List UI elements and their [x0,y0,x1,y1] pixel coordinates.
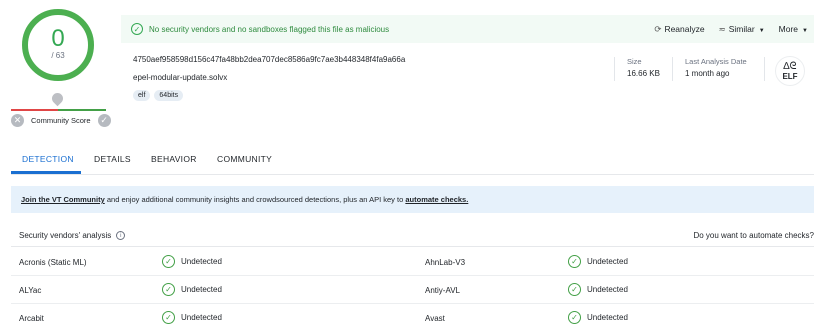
table-row: Acronis (Static ML) ✓ Undetected AhnLab-… [11,249,814,276]
table-row: ALYac ✓ Undetected Antiy-AVL ✓ Undetecte… [11,277,814,304]
file-type-badge: ∆ᘓ ELF [775,56,805,86]
result-message: No security vendors and no sandboxes fla… [149,24,390,34]
vendor-result: ✓ Undetected [568,283,628,296]
tab-community[interactable]: COMMUNITY [217,154,272,164]
size-value: 16.66 KB [627,69,660,78]
report-tabs: DETECTION DETAILS BEHAVIOR COMMUNITY [11,149,814,175]
downvote-icon[interactable]: ✕ [11,114,24,127]
tab-behavior[interactable]: BEHAVIOR [151,154,197,164]
reanalyze-label: Reanalyze [664,23,705,34]
vendor-result-label: Undetected [587,257,628,266]
vendors-header: Security vendors' analysis i Do you want… [11,225,814,247]
refresh-icon: ⟳ [654,23,662,34]
vendor-name: ALYac [19,286,42,295]
file-hash[interactable]: 4750aef958598d156c47fa48bb2dea707dec8586… [133,55,405,64]
file-name: epel-modular-update.solvx [133,73,228,82]
vendor-name: Avast [425,314,445,323]
active-tab-indicator [11,171,81,174]
score-bar-negative [11,109,58,111]
table-row: Arcabit ✓ Undetected Avast ✓ Undetected [11,305,814,329]
file-size: Size 16.66 KB [627,57,660,78]
meta-divider [672,57,673,81]
more-button[interactable]: More ▼ [779,24,808,34]
community-score: ✕ Community Score ✓ [11,114,111,127]
size-label: Size [627,57,642,66]
result-banner: ✓ No security vendors and no sandboxes f… [121,15,814,43]
file-type-label: ELF [782,71,798,81]
more-label: More [778,24,799,34]
vendor-result-label: Undetected [587,313,628,322]
community-score-bar [11,109,106,111]
vendor-result: ✓ Undetected [568,255,628,268]
vendor-result-label: Undetected [587,285,628,294]
detection-score-ring: 0 / 63 [22,9,94,81]
vendor-name: Antiy-AVL [425,286,460,295]
tag-64bits[interactable]: 64bits [154,90,184,101]
vendor-result: ✓ Undetected [162,283,222,296]
file-tags: elf 64bits [133,90,184,101]
similar-button[interactable]: ≂ Similar ▼ [719,24,765,35]
meta-divider [614,57,615,81]
linux-penguin-icon: ∆ᘓ [783,60,797,72]
vendor-name: Acronis (Static ML) [19,258,87,267]
vendor-result-label: Undetected [181,257,222,266]
community-score-label: Community Score [31,116,91,125]
engine-total: / 63 [51,50,65,60]
check-circle-icon: ✓ [131,23,143,35]
tab-detection[interactable]: DETECTION [22,154,74,164]
last-analysis-label: Last Analysis Date [685,57,747,66]
check-circle-icon: ✓ [568,283,581,296]
vendors-title: Security vendors' analysis [19,231,112,240]
tag-elf[interactable]: elf [133,90,151,101]
promo-text: and enjoy additional community insights … [104,195,406,204]
join-community-link[interactable]: Join the VT Community [21,195,105,204]
community-promo-banner: Join the VT Community and enjoy addition… [11,186,814,213]
vendor-name: AhnLab-V3 [425,258,466,267]
last-analysis-value: 1 month ago [685,69,730,78]
vendor-result: ✓ Undetected [162,255,222,268]
check-circle-icon: ✓ [568,255,581,268]
automate-prompt[interactable]: Do you want to automate checks? [693,231,814,240]
chevron-down-icon: ▼ [802,28,808,34]
check-circle-icon: ✓ [568,311,581,324]
chevron-down-icon: ▼ [758,27,765,34]
info-icon[interactable]: i [116,231,126,240]
vendor-result: ✓ Undetected [162,311,222,324]
reanalyze-button[interactable]: ⟳ Reanalyze [654,24,704,35]
vendor-result-label: Undetected [181,313,222,322]
similar-icon: ≂ [718,23,726,34]
vendor-name: Arcabit [19,314,44,323]
vendor-result: ✓ Undetected [568,311,628,324]
upvote-icon[interactable]: ✓ [97,114,111,127]
score-marker-icon [49,90,66,107]
similar-label: Similar [728,23,755,34]
automate-checks-link[interactable]: automate checks. [405,195,468,204]
meta-divider [764,57,765,81]
check-circle-icon: ✓ [162,311,175,324]
score-bar-positive [58,109,106,111]
last-analysis: Last Analysis Date 1 month ago [685,57,747,78]
file-actions: ⟳ Reanalyze ≂ Similar ▼ More ▼ [654,24,814,35]
check-circle-icon: ✓ [162,255,175,268]
check-circle-icon: ✓ [162,283,175,296]
tab-details[interactable]: DETAILS [94,154,131,164]
detection-count: 0 [51,24,65,52]
vendor-result-label: Undetected [181,285,222,294]
